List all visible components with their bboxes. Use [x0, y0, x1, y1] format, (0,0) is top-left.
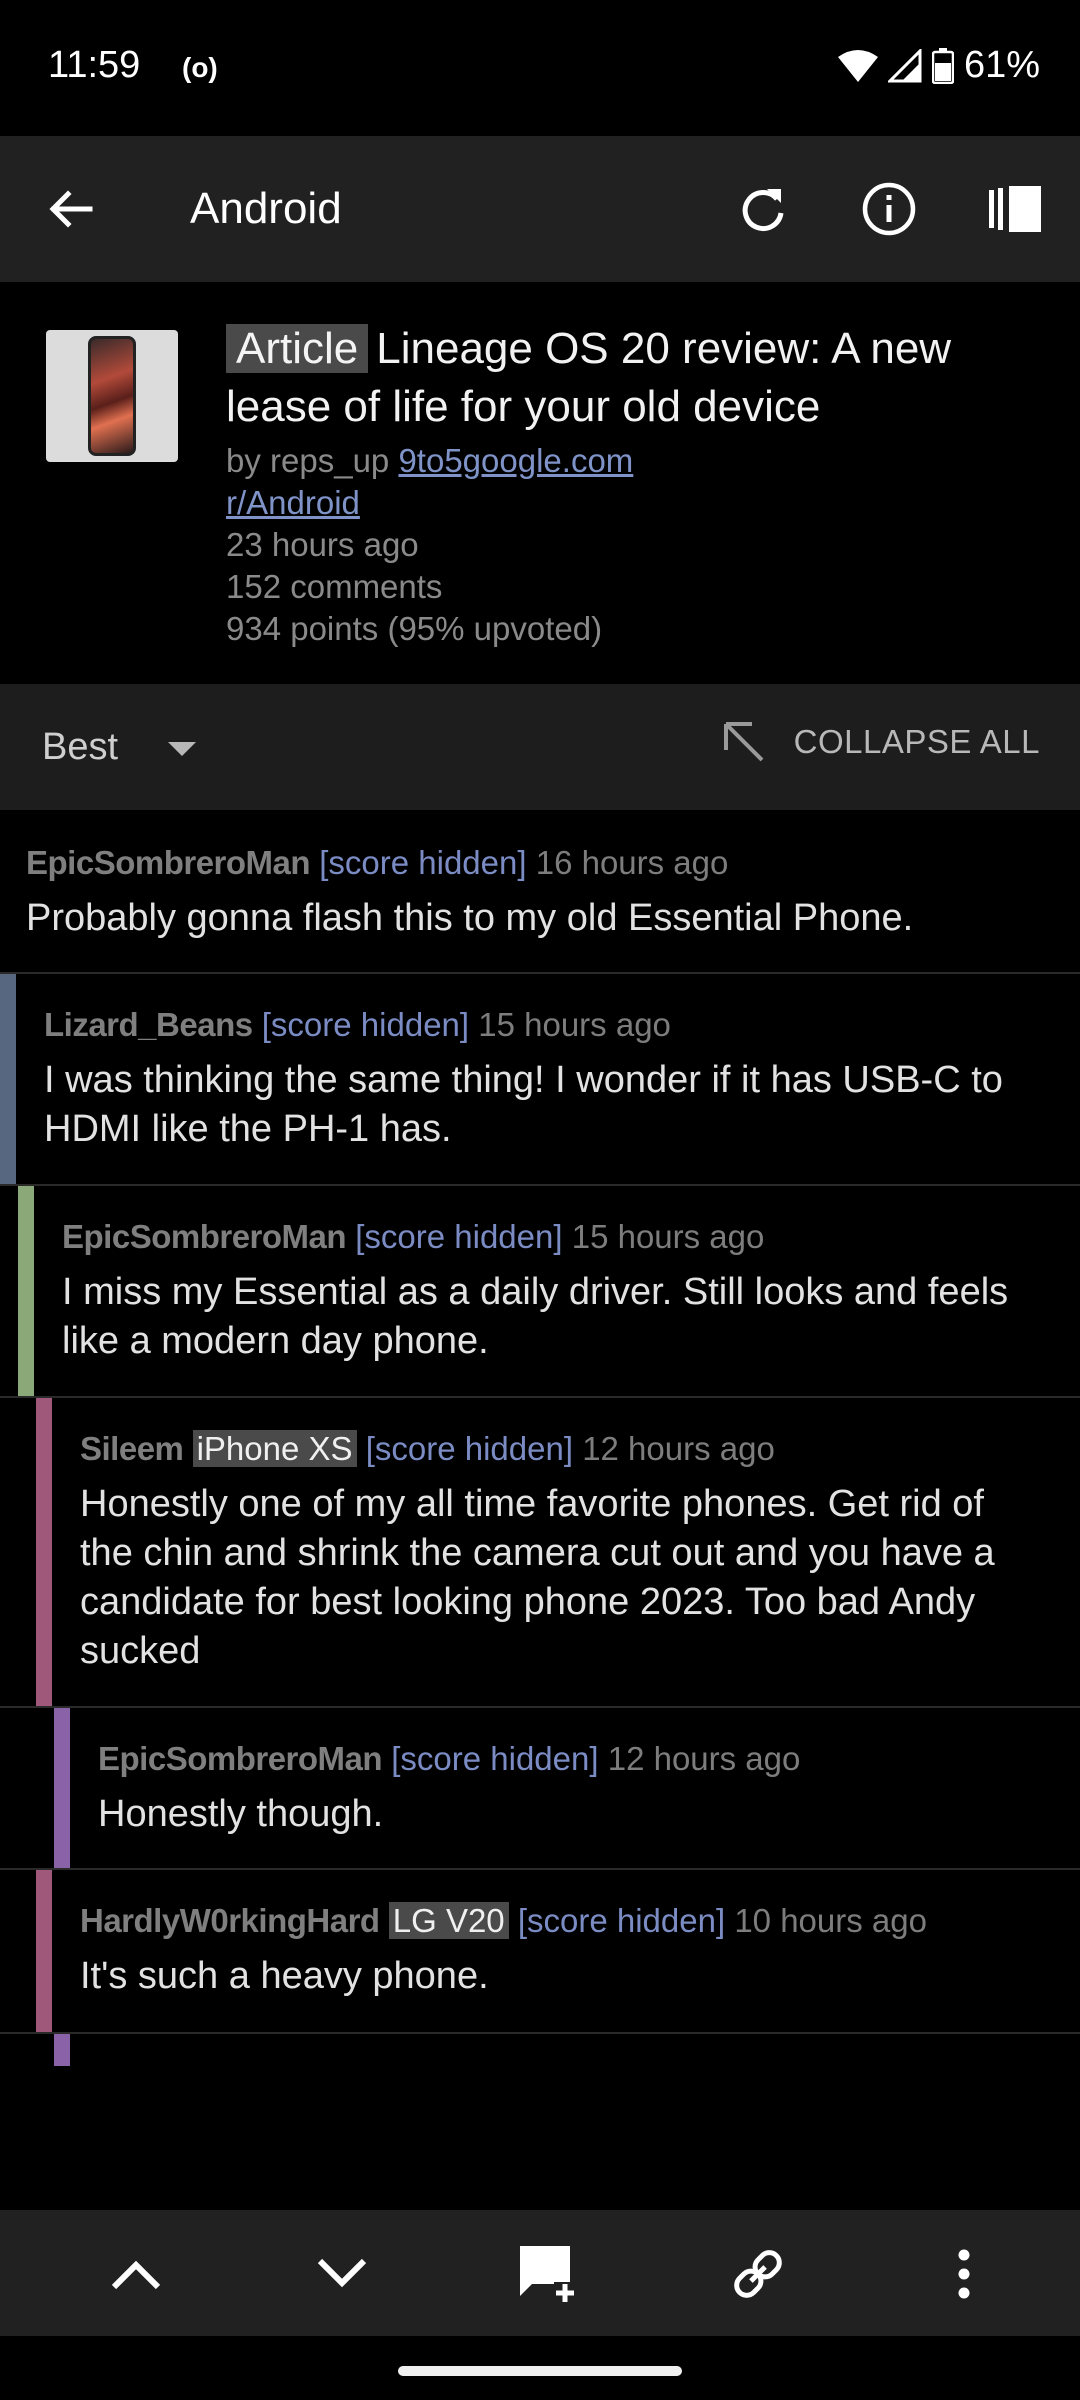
bottom-nav [0, 2210, 1080, 2336]
comment-header: Lizard_Beans [score hidden] 15 hours ago [44, 1006, 671, 1044]
comment-header: HardlyW0rkingHard LG V20 [score hidden] … [80, 1902, 927, 1940]
status-icons: 61% [837, 44, 1040, 87]
sort-dropdown[interactable]: Best [42, 726, 118, 769]
post-header[interactable]: Article Lineage OS 20 review: A new lease… [0, 282, 1080, 684]
wifi-icon [837, 49, 878, 82]
comment[interactable]: EpicSombreroMan [score hidden] 16 hours … [0, 810, 1080, 974]
sidebar-icon[interactable] [982, 176, 1048, 242]
post-meta: by reps_up 9to5google.com r/Android 23 h… [226, 440, 633, 650]
comment-age: 12 hours ago [582, 1430, 775, 1467]
chevron-down-icon[interactable] [168, 742, 196, 758]
comment-body: Honestly though. [98, 1793, 384, 1835]
battery-icon [931, 47, 954, 84]
comment-body: Probably gonna flash this to my old Esse… [26, 897, 914, 939]
collapse-all-label: COLLAPSE ALL [793, 723, 1040, 760]
thread-depth-bar [54, 2034, 70, 2066]
comment-header: Sileem iPhone XS [score hidden] 12 hours… [80, 1430, 775, 1468]
post-subreddit-link[interactable]: r/Android [226, 484, 360, 521]
thread-depth-bar [36, 1398, 52, 1706]
hotspot-icon: (o) [182, 52, 218, 83]
post-title: Article Lineage OS 20 review: A new lease… [226, 320, 1046, 436]
more-vert-icon[interactable] [930, 2240, 998, 2308]
collapse-all-button[interactable]: COLLAPSE ALL [722, 720, 1040, 764]
cell-signal-icon [887, 48, 922, 82]
post-comment-count: 152 comments [226, 568, 443, 605]
thread-depth-bar [54, 1708, 70, 1868]
thread-depth-bar [36, 1870, 52, 2032]
comment-score: [score hidden] [319, 844, 527, 881]
thread-depth-bar [18, 1186, 34, 1396]
gesture-area [0, 2336, 1080, 2400]
post-points: 934 points (95% upvoted) [226, 610, 603, 647]
comment-header: EpicSombreroMan [score hidden] 15 hours … [62, 1218, 764, 1256]
comment-body: Honestly one of my all time favorite pho… [80, 1483, 995, 1672]
comment[interactable]: EpicSombreroMan [score hidden] 15 hours … [0, 1186, 1080, 1398]
user-flair: iPhone XS [192, 1430, 357, 1467]
comment[interactable]: Lizard_Beans [score hidden] 15 hours ago… [0, 974, 1080, 1186]
comment-header: EpicSombreroMan [score hidden] 12 hours … [98, 1740, 800, 1778]
comment-age: 12 hours ago [607, 1740, 801, 1777]
app-bar: Android [0, 136, 1080, 282]
comment-body: I miss my Essential as a daily driver. S… [62, 1271, 1009, 1362]
comment-author[interactable]: Sileem [80, 1430, 184, 1467]
comment[interactable]: EpicSombreroMan [score hidden] 12 hours … [0, 1708, 1080, 1870]
post-author[interactable]: by reps_up [226, 442, 389, 479]
gesture-handle[interactable] [398, 2366, 682, 2376]
phone-image [88, 336, 136, 456]
status-bar: 11:59 (o) 61% [0, 0, 1080, 136]
comment-age: 15 hours ago [478, 1006, 671, 1043]
comment[interactable]: HardlyW0rkingHard LG V20 [score hidden] … [0, 1870, 1080, 2034]
battery-percent: 61% [963, 44, 1040, 86]
comment-score: [score hidden] [355, 1218, 563, 1255]
post-flair: Article [226, 324, 369, 373]
post-domain-link[interactable]: 9to5google.com [398, 442, 633, 479]
back-arrow-icon[interactable] [44, 182, 98, 236]
comment-score: [score hidden] [517, 1902, 726, 1939]
comment-body: It's such a heavy phone. [80, 1955, 489, 1997]
info-icon[interactable] [856, 176, 922, 242]
chevron-up-icon[interactable] [102, 2240, 170, 2308]
comment-author[interactable]: EpicSombreroMan [26, 844, 311, 881]
add-comment-icon[interactable] [514, 2240, 582, 2308]
link-icon[interactable] [724, 2240, 792, 2308]
user-flair: LG V20 [388, 1902, 509, 1939]
comment-body: I was thinking the same thing! I wonder … [44, 1059, 1003, 1150]
subreddit-title: Android [190, 184, 342, 233]
comment-score: [score hidden] [365, 1430, 574, 1467]
comment-author[interactable]: EpicSombreroMan [98, 1740, 383, 1777]
comment-author[interactable]: Lizard_Beans [44, 1006, 253, 1043]
comment-age: 16 hours ago [535, 844, 729, 881]
refresh-icon[interactable] [730, 176, 796, 242]
collapse-arrow-icon [723, 722, 764, 762]
status-time: 11:59 [48, 44, 141, 86]
chevron-down-icon[interactable] [308, 2240, 376, 2308]
post-thumbnail[interactable] [46, 330, 178, 462]
post-age: 23 hours ago [226, 526, 419, 563]
comment-score: [score hidden] [261, 1006, 470, 1043]
comment[interactable]: Sileem iPhone XS [score hidden] 12 hours… [0, 1398, 1080, 1708]
sort-bar: Best COLLAPSE ALL [0, 684, 1080, 810]
comment-author[interactable]: HardlyW0rkingHard [80, 1902, 380, 1939]
comment-score: [score hidden] [391, 1740, 599, 1777]
comment-age: 15 hours ago [571, 1218, 765, 1255]
comment-header: EpicSombreroMan [score hidden] 16 hours … [26, 844, 728, 882]
thread-depth-bar [0, 974, 16, 1184]
comment-age: 10 hours ago [734, 1902, 927, 1939]
comment-author[interactable]: EpicSombreroMan [62, 1218, 347, 1255]
